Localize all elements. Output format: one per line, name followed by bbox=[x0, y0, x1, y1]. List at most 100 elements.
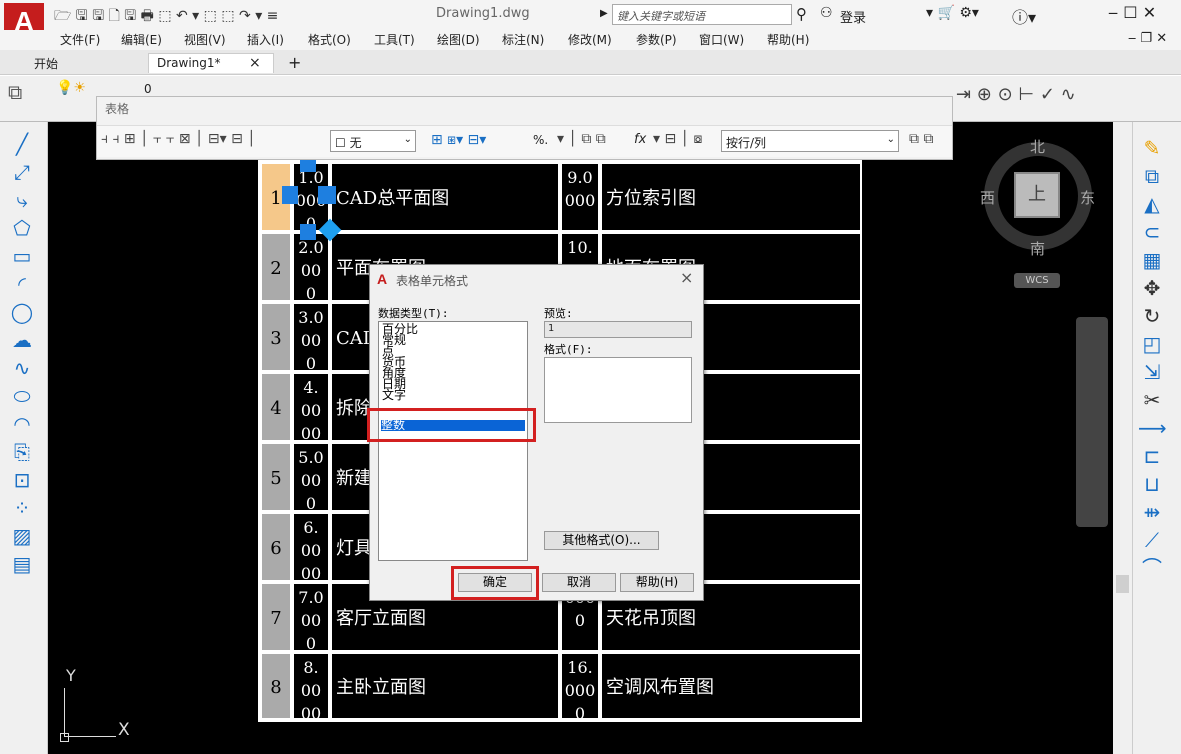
line-icon[interactable]: ╱ bbox=[8, 130, 36, 158]
row-number[interactable]: 2 bbox=[260, 232, 292, 302]
spline-icon[interactable]: ∿ bbox=[8, 354, 36, 382]
binoculars-icon[interactable]: ⚲ bbox=[796, 5, 807, 23]
help-button[interactable]: 帮助(H) bbox=[620, 573, 694, 592]
close-icon[interactable]: × bbox=[249, 55, 261, 71]
row-number[interactable]: 6 bbox=[260, 512, 292, 582]
vertical-scrollbar[interactable] bbox=[1113, 122, 1132, 754]
explode-icon[interactable]: ⌒ bbox=[1138, 554, 1166, 582]
polyline-icon[interactable]: ⤷ bbox=[8, 186, 36, 214]
array-icon[interactable]: ▦ bbox=[1138, 246, 1166, 274]
viewcube-north[interactable]: 北 bbox=[1030, 136, 1045, 157]
menu-view[interactable]: 视图(V) bbox=[184, 31, 226, 48]
rotate-icon[interactable]: ↻ bbox=[1138, 302, 1166, 330]
menu-format[interactable]: 格式(O) bbox=[308, 31, 351, 48]
format-listbox[interactable] bbox=[544, 357, 692, 423]
type-option-text[interactable]: 文字 bbox=[382, 389, 406, 401]
chamfer-icon[interactable]: ⇻ bbox=[1138, 498, 1166, 526]
cell-value-a[interactable]: 8. 00 00 bbox=[292, 652, 330, 723]
cell-value-b[interactable]: 9.0 000 bbox=[560, 162, 600, 232]
menu-draw[interactable]: 绘图(D) bbox=[437, 31, 480, 48]
cell-value-b[interactable]: 16. 000 0 bbox=[560, 652, 600, 723]
cell-value-a[interactable]: 3.0 00 0 bbox=[292, 302, 330, 373]
grip-bottom[interactable] bbox=[300, 224, 316, 240]
xline-icon[interactable]: ⤢ bbox=[8, 158, 36, 186]
move-icon[interactable]: ✥ bbox=[1138, 274, 1166, 302]
other-format-button[interactable]: 其他格式(O)... bbox=[544, 531, 659, 550]
ellipse-icon[interactable]: ⬭ bbox=[8, 382, 36, 410]
revcloud-icon[interactable]: ☁ bbox=[8, 326, 36, 354]
circle-icon[interactable]: ◯ bbox=[8, 298, 36, 326]
offset-icon[interactable]: ⊂ bbox=[1138, 218, 1166, 246]
menu-modify[interactable]: 修改(M) bbox=[568, 31, 612, 48]
dimension-icons[interactable]: ⇥ ⊕ ⊙ ⊢ ✓ ∿ bbox=[956, 84, 1076, 105]
row-number[interactable]: 3 bbox=[260, 302, 292, 372]
search-input[interactable]: 键入关键字或短语 bbox=[612, 4, 792, 25]
cell-name-a[interactable]: 主卧立面图 bbox=[330, 652, 560, 720]
cell-value-a[interactable]: 7.0 00 0 bbox=[292, 582, 330, 653]
row-number[interactable]: 4 bbox=[260, 372, 292, 442]
erase-icon[interactable]: ✎ bbox=[1138, 134, 1166, 162]
menu-insert[interactable]: 插入(I) bbox=[247, 31, 284, 48]
cell-name-b[interactable]: 空调风布置图 bbox=[600, 652, 862, 720]
tab-drawing1[interactable]: Drawing1* × bbox=[148, 53, 274, 73]
grip-right[interactable] bbox=[318, 186, 336, 204]
break-icon[interactable]: ⊏ bbox=[1138, 442, 1166, 470]
help-icon[interactable]: ⓘ▾ bbox=[1012, 4, 1036, 28]
menu-help[interactable]: 帮助(H) bbox=[767, 31, 809, 48]
modify-tools[interactable]: ✎ ⧉ ◭ ⊂ ▦ ✥ ↻ ◰ ⇲ ✂ ⟶ ⊏ ⊔ ⇻ ⟋ ⌒ bbox=[1138, 134, 1170, 582]
viewcube-east[interactable]: 东 bbox=[1080, 187, 1095, 208]
stretch-icon[interactable]: ⇲ bbox=[1138, 358, 1166, 386]
window-controls[interactable]: ‒ ☐ ✕ bbox=[1108, 3, 1156, 22]
make-block-icon[interactable]: ⊡ bbox=[8, 466, 36, 494]
cell-name-b[interactable]: 方位索引图 bbox=[600, 162, 862, 232]
scale-icon[interactable]: ◰ bbox=[1138, 330, 1166, 358]
menu-file[interactable]: 文件(F) bbox=[60, 31, 100, 48]
link-icons[interactable]: ⧉ ⧉ bbox=[909, 131, 933, 147]
viewcube-face-top[interactable]: 上 bbox=[1014, 172, 1060, 218]
navigation-bar[interactable] bbox=[1076, 317, 1108, 527]
arc-icon[interactable]: ◜ bbox=[8, 270, 36, 298]
viewcube-west[interactable]: 西 bbox=[980, 187, 995, 208]
layer-name[interactable]: 0 bbox=[144, 82, 152, 96]
extend-icon[interactable]: ⟶ bbox=[1138, 414, 1167, 442]
cell-name-a[interactable]: CAD总平面图 bbox=[330, 162, 560, 232]
login-link[interactable]: 登录 bbox=[840, 7, 866, 26]
draw-tools[interactable]: ╱ ⤢ ⤷ ⬠ ▭ ◜ ◯ ☁ ∿ ⬭ ◠ ⎘ ⊡ ⁘ ▨ ▤ bbox=[8, 130, 40, 578]
match-cell-select[interactable]: 按行/列 ⌄ bbox=[721, 130, 899, 152]
cell-value-a[interactable]: 5.0 00 0 bbox=[292, 442, 330, 513]
mirror-icon[interactable]: ◭ bbox=[1138, 190, 1166, 218]
scrollbar-thumb[interactable] bbox=[1116, 575, 1129, 593]
row-number[interactable]: 5 bbox=[260, 442, 292, 512]
dialog-close-icon[interactable]: × bbox=[680, 268, 693, 287]
manage-cells-icons[interactable]: ▾ ⊟ │ ⧇ bbox=[653, 131, 702, 147]
grip-left[interactable] bbox=[282, 186, 298, 204]
menu-edit[interactable]: 编辑(E) bbox=[121, 31, 162, 48]
align-icons[interactable]: ⊞ ⧆▾ ⊟▾ bbox=[431, 132, 486, 148]
row-col-icons[interactable]: ⫞ ⫞ ⊞ │ ⫟ ⫟ ⊠ │ ⊟▾ ⊟ │ bbox=[101, 131, 256, 147]
doc-window-controls[interactable]: ‒ ❐ ✕ bbox=[1128, 31, 1167, 46]
grip-top[interactable] bbox=[300, 160, 316, 172]
row-number[interactable]: 8 bbox=[260, 652, 292, 720]
wcs-menu[interactable]: WCS bbox=[1014, 273, 1060, 288]
cell-value-a[interactable]: 2.0 00 0 bbox=[292, 232, 330, 303]
formula-button[interactable]: fx bbox=[634, 132, 646, 147]
polygon-icon[interactable]: ⬠ bbox=[8, 214, 36, 242]
cell-value-a[interactable]: 4. 00 00 bbox=[292, 372, 330, 443]
menu-tools[interactable]: 工具(T) bbox=[374, 31, 415, 48]
row-number[interactable]: 7 bbox=[260, 582, 292, 652]
ellipse-arc-icon[interactable]: ◠ bbox=[8, 410, 36, 438]
join-icon[interactable]: ⊔ bbox=[1138, 470, 1166, 498]
quick-access-toolbar[interactable]: 🗁 🖫 🖫 🗋 🖫 🖶 ⬚ ↶ ▾ ⬚ ⬚ ↷ ▾ ≡ bbox=[54, 5, 278, 29]
cart-icon[interactable]: ▾ 🛒 ⚙▾ bbox=[926, 5, 979, 21]
cell-border-style-select[interactable]: ☐ 无 ⌄ bbox=[330, 130, 416, 152]
copy-icon[interactable]: ⧉ bbox=[1138, 162, 1166, 190]
cancel-button[interactable]: 取消 bbox=[542, 573, 616, 592]
layer-properties-icon[interactable]: ⧉ bbox=[8, 80, 22, 104]
rectangle-icon[interactable]: ▭ bbox=[8, 242, 36, 270]
data-format-button[interactable]: %. bbox=[533, 133, 548, 147]
menu-parameters[interactable]: 参数(P) bbox=[636, 31, 677, 48]
fillet-icon[interactable]: ⟋ bbox=[1138, 526, 1166, 554]
menu-window[interactable]: 窗口(W) bbox=[699, 31, 744, 48]
point-icon[interactable]: ⁘ bbox=[8, 494, 36, 522]
viewcube-south[interactable]: 南 bbox=[1030, 238, 1045, 259]
